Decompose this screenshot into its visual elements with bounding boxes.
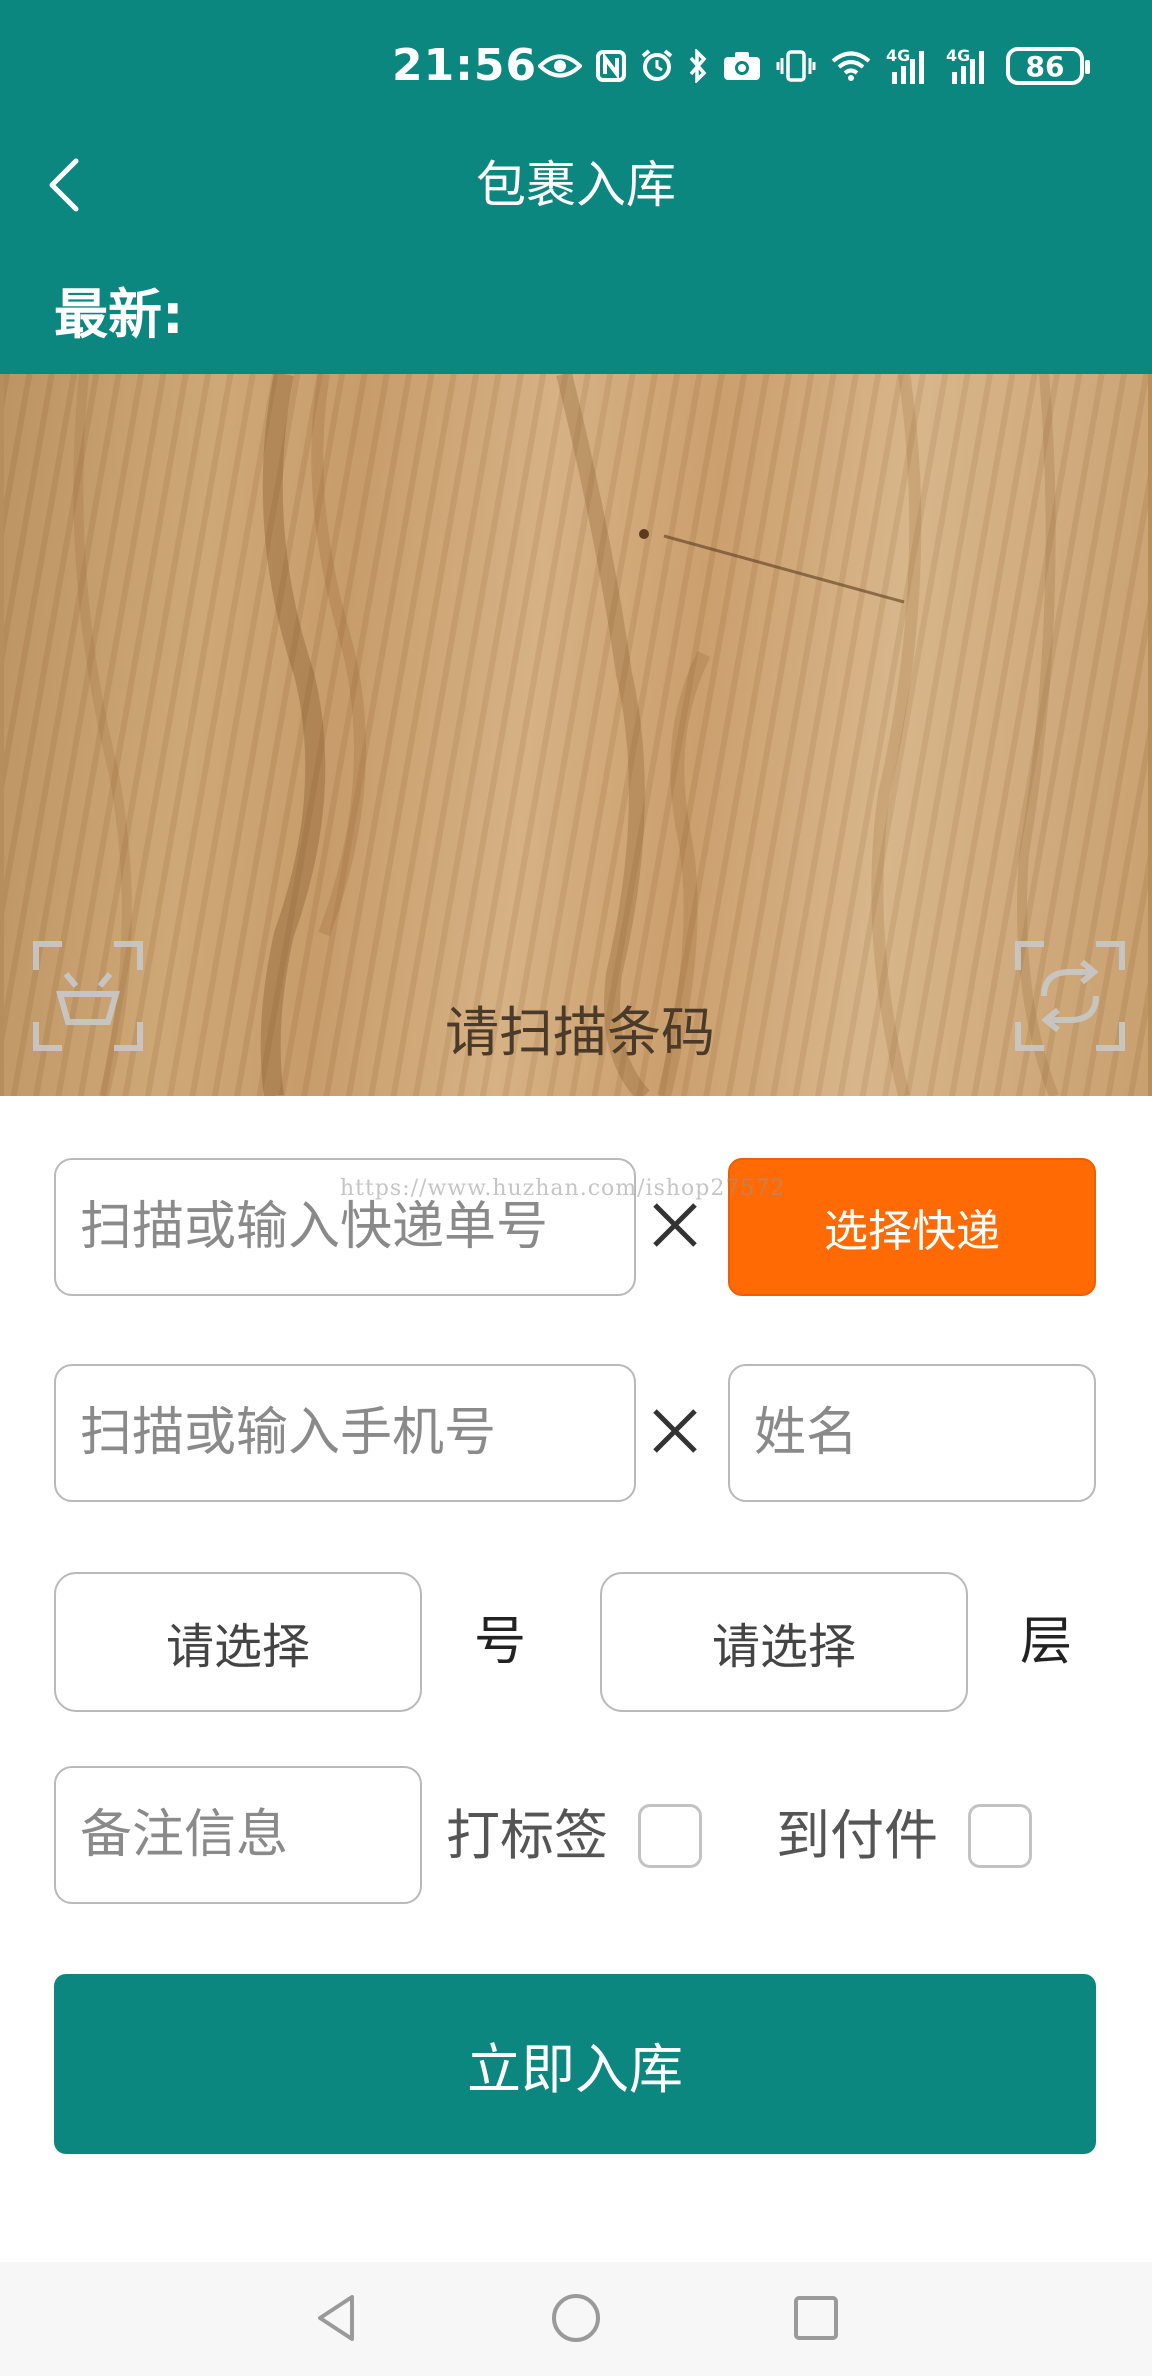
remarks-input[interactable]: [56, 1768, 420, 1902]
close-icon: [653, 1203, 697, 1247]
nav-home-icon: [552, 2294, 600, 2342]
wifi-icon: [830, 50, 872, 82]
clear-phone-button[interactable]: [640, 1396, 710, 1466]
vibrate-icon: [776, 49, 816, 83]
page-title: 包裹入库: [476, 156, 676, 214]
app-header: 21:56 4G 4G 86 包裹入库 最新:: [0, 0, 1152, 374]
signal-4g-icon: 4G: [946, 46, 992, 86]
scan-hint: 请扫描条码: [445, 1001, 715, 1064]
nav-back-icon: [318, 2295, 354, 2341]
floor-select[interactable]: 请选择: [600, 1572, 968, 1712]
bluetooth-icon: [688, 49, 708, 83]
name-field[interactable]: [728, 1364, 1096, 1502]
status-icons: 4G 4G 86: [538, 44, 1090, 88]
cod-checkbox[interactable]: [968, 1804, 1032, 1868]
name-input[interactable]: [730, 1366, 1094, 1500]
battery-icon: 86: [1006, 47, 1090, 85]
phone-field[interactable]: [54, 1364, 636, 1502]
switch-camera-button[interactable]: [1014, 940, 1126, 1052]
phone-input[interactable]: [56, 1366, 634, 1500]
signal-4g-icon: 4G: [886, 46, 932, 86]
latest-label: 最新:: [54, 283, 184, 346]
battery-level: 86: [1025, 49, 1065, 83]
number-select[interactable]: 请选择: [54, 1572, 422, 1712]
alarm-icon: [640, 49, 674, 83]
remarks-field[interactable]: [54, 1766, 422, 1904]
nav-back-button[interactable]: [296, 2282, 376, 2354]
cod-label-text: 到付件: [776, 1804, 938, 1867]
close-icon: [653, 1409, 697, 1453]
status-time: 21:56: [392, 40, 538, 91]
switch-camera-icon: [1015, 941, 1125, 1051]
nav-recent-button[interactable]: [776, 2282, 856, 2354]
camera-preview[interactable]: 请扫描条码: [0, 374, 1152, 1096]
status-bar: 21:56 4G 4G 86: [0, 0, 1152, 120]
nav-recent-icon: [794, 2296, 838, 2340]
watermark: https://www.huzhan.com/ishop27572: [340, 1176, 786, 1201]
print-label-checkbox[interactable]: [638, 1804, 702, 1868]
submit-inbound-button[interactable]: 立即入库: [54, 1974, 1096, 2154]
eye-icon: [538, 51, 582, 81]
system-nav-bar: [0, 2262, 1152, 2376]
print-label-text: 打标签: [446, 1804, 608, 1867]
floor-unit-label: 层: [1020, 1612, 1073, 1672]
nfc-icon: [596, 50, 626, 82]
camera-icon: [722, 50, 762, 82]
nav-home-button[interactable]: [536, 2282, 616, 2354]
number-unit-label: 号: [474, 1612, 527, 1672]
